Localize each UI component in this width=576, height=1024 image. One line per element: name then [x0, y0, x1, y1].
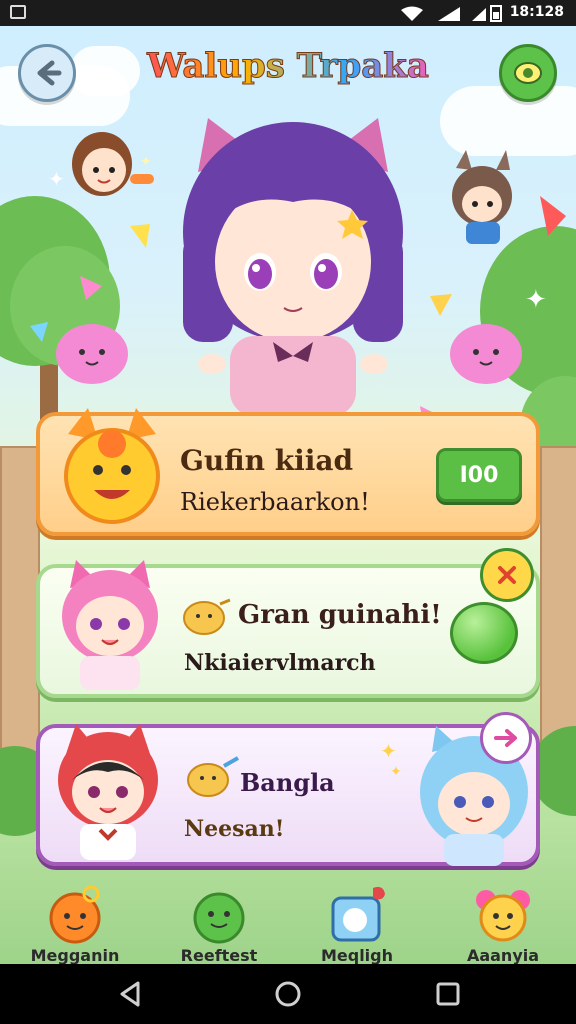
system-recents-icon[interactable]: [434, 980, 462, 1008]
clock: 18:128: [509, 4, 564, 20]
arrow-left-icon: [37, 60, 62, 86]
system-back-icon[interactable]: [116, 980, 144, 1008]
nav-item-label: Megganin: [30, 946, 120, 965]
cookie-creature-icon: [183, 598, 231, 635]
nav-item-label: Aaanyia: [466, 946, 540, 965]
card-title: Gran guinahi!: [238, 600, 442, 630]
nav-item-label: Meqligh: [320, 946, 394, 965]
status-bar: 18:128: [0, 0, 576, 26]
close-badge[interactable]: [480, 548, 534, 602]
fence: [0, 446, 40, 770]
card-subtitle: Riekerbaarkon!: [180, 488, 370, 516]
system-navigation-bar: [0, 964, 576, 1024]
fence: [540, 446, 576, 770]
pink-puff-character-left: [56, 324, 128, 384]
flying-chibi-left: [72, 132, 154, 196]
arrow-right-icon: [494, 729, 517, 747]
sparkle-icon: ✦✦: [380, 739, 402, 778]
menu-button[interactable]: [499, 44, 557, 102]
svg-text:✦: ✦: [525, 285, 547, 315]
chat-bubble-button[interactable]: [450, 602, 518, 664]
card-title: Bangla: [240, 768, 335, 797]
flying-chibi-right: [452, 150, 512, 244]
card-title: Gufin kiiad: [180, 444, 354, 477]
message-card[interactable]: Bangla Neesan! ✦ ✦: [36, 724, 540, 866]
red-hair-girl-avatar: [58, 724, 158, 860]
system-home-icon[interactable]: [274, 980, 302, 1008]
share-badge[interactable]: [480, 712, 532, 764]
monster-face-icon: [514, 62, 542, 84]
svg-text:✦: ✦: [390, 764, 402, 778]
cookie-creature-icon: [187, 756, 239, 797]
chat-ghost-icon: [331, 886, 385, 942]
wifi-icon: [401, 6, 423, 21]
card-subtitle: Neesan!: [184, 816, 285, 842]
green-slime-icon: [193, 892, 245, 944]
pumpkin-mascot-icon: [49, 885, 101, 944]
card-subtitle: Nkiaiervlmarch: [184, 650, 376, 676]
page-title: Walups Trpaka: [140, 46, 436, 87]
pink-cat-girl-avatar: [62, 560, 158, 690]
svg-text:✦: ✦: [380, 739, 397, 763]
close-icon: [498, 566, 516, 584]
pink-puff-character-right: [450, 324, 522, 384]
battery-icon: [490, 5, 502, 22]
nav-item-label: Reeftest: [180, 946, 258, 965]
claim-button[interactable]: I00: [436, 448, 522, 502]
back-button[interactable]: [18, 44, 76, 102]
signal-strength-icon: [472, 8, 486, 21]
pink-bear-icon: [476, 890, 530, 942]
gallery-notification-icon: [10, 5, 26, 19]
sun-mascot-icon: [64, 408, 160, 524]
signal-icon: [438, 7, 460, 21]
main-character-purple-girl: [183, 118, 403, 412]
